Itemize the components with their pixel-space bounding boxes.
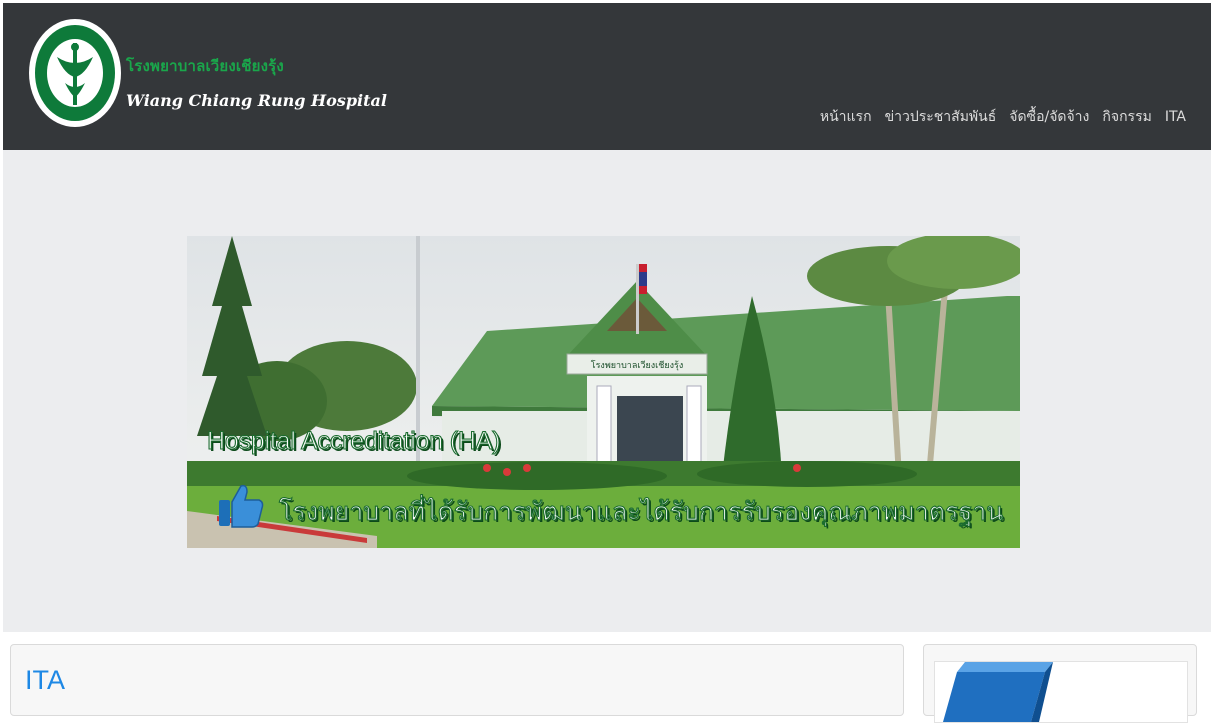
building-sign-text: โรงพยาบาลเวียงเชียงรุ้ง [591, 360, 683, 371]
nav-procurement[interactable]: จัดซื้อ/จัดจ้าง [1009, 106, 1089, 128]
section-title: ITA [25, 665, 65, 695]
thumbs-up-icon [217, 480, 265, 528]
brand-thai-name[interactable]: โรงพยาบาลเวียงเชียงรุ้ง [126, 54, 284, 78]
nav-home[interactable]: หน้าแรก [820, 106, 872, 128]
ministry-emblem-logo[interactable] [27, 17, 123, 129]
top-navbar: โรงพยาบาลเวียงเชียงรุ้ง Wiang Chiang Run… [3, 3, 1211, 150]
nav-ita[interactable]: ITA [1165, 109, 1186, 125]
hospital-banner-image[interactable]: โรงพยาบาลเวียงเชียงรุ้ง Hospital Accredi… [187, 236, 1020, 548]
side-panel [923, 644, 1197, 723]
brand-english-name[interactable]: Wiang Chiang Rung Hospital [126, 91, 387, 110]
banner-title: Hospital Accreditation (HA) [206, 426, 501, 455]
main-nav: หน้าแรก ข่าวประชาสัมพันธ์ จัดซื้อ/จัดจ้า… [820, 106, 1186, 128]
ita-panel: ITA [10, 644, 904, 716]
nav-activities[interactable]: กิจกรรม [1102, 106, 1151, 128]
nav-news[interactable]: ข่าวประชาสัมพันธ์ [885, 106, 997, 128]
side-panel-image[interactable] [934, 661, 1188, 723]
banner-caption: โรงพยาบาลที่ได้รับการพัฒนาและได้รับการรั… [278, 497, 1004, 526]
